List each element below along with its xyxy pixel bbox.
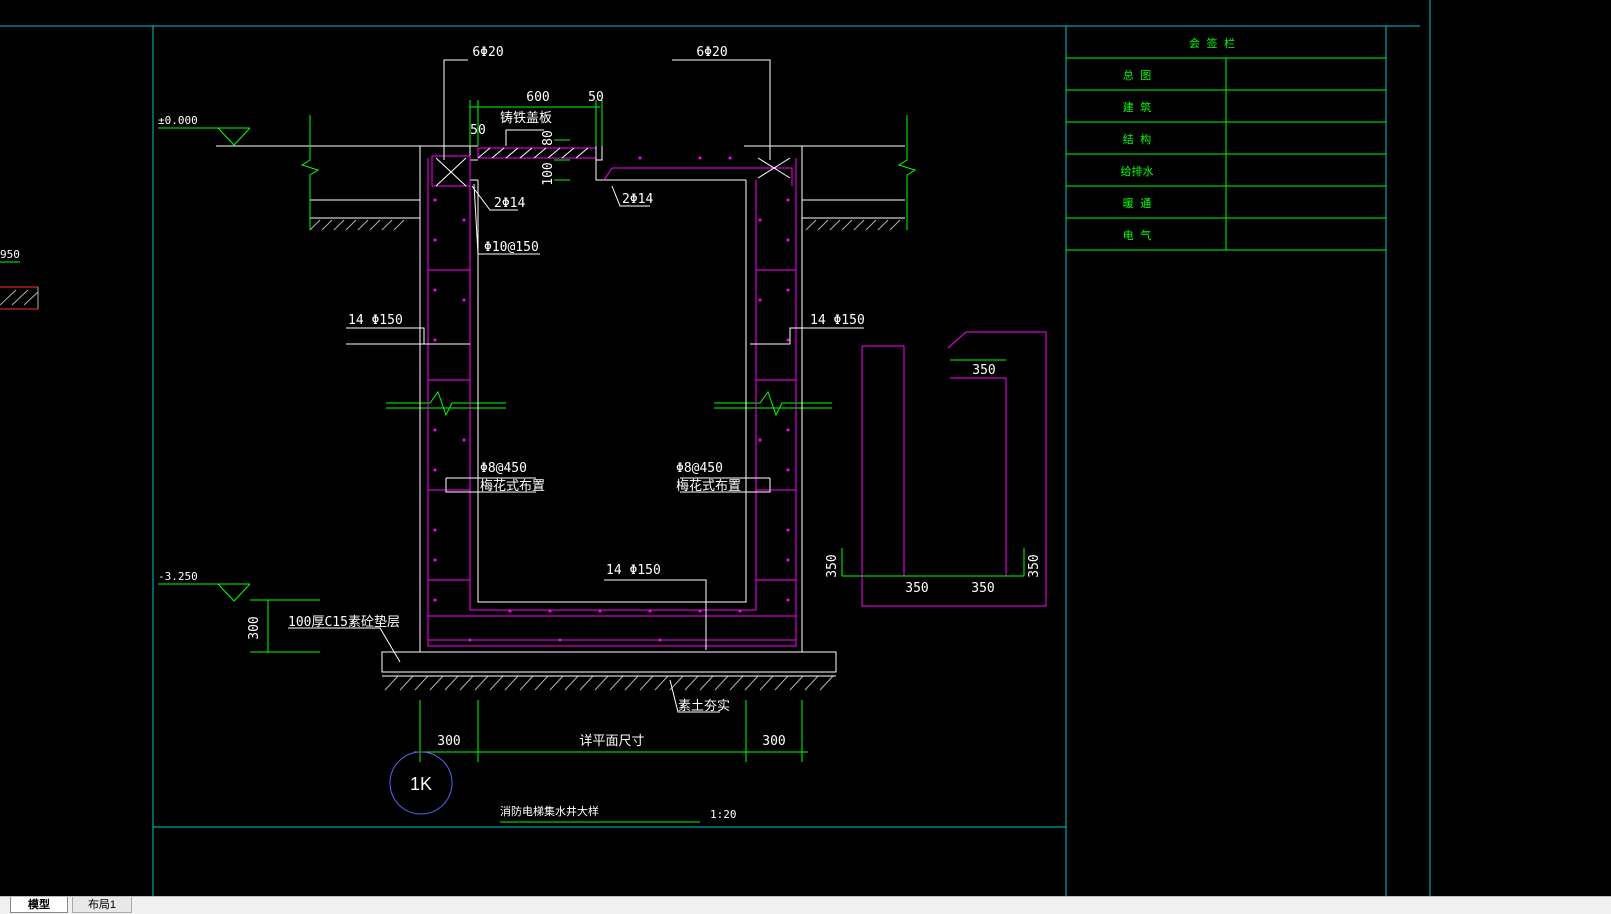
label-dim-100: 100 [541,162,556,185]
left-partial-detail: 950 [0,248,39,310]
label-rebar-bottom: 14 Φ150 [606,563,661,578]
signature-table [1066,57,1386,251]
label-elev-bottom: -3.250 [158,570,198,583]
label-dim-600: 600 [526,90,549,105]
bottom-dimension [414,700,808,762]
bar-shape-left-dim: 350 [825,554,840,577]
label-14phi150-left: 14 Φ150 [348,313,403,328]
label-rebar-2phi14-right: 2Φ14 [622,192,653,207]
label-tie-left-1: Φ8@450 [480,461,527,476]
label-top-rebar-left: 6Φ20 [472,45,503,60]
bar-shape-right-dim: 350 [1027,554,1042,577]
bar-shape-detail [861,331,1047,607]
cad-model-space[interactable]: 会 签 栏 总 图 建 筑 结 构 给排水 暖 通 电 气 950 6Φ20 6… [0,0,1611,896]
label-dim-300-left: 300 [437,734,460,749]
label-plan-size: 详平面尺寸 [579,734,644,749]
layout-tab-bar: 模型 布局1 [0,896,1611,914]
bar-shape-bottom-dim-1: 350 [905,581,928,596]
bar-shape-bottom-dim-2: 350 [971,581,994,596]
label-tie-left-2: 梅花式布置 [480,478,545,494]
drawing-frame [0,0,1431,896]
label-elev-top: ±0.000 [158,114,198,127]
bar-shape-top-dim: 350 [972,363,995,378]
signature-row-struct: 结 构 [1123,132,1152,146]
signature-table-header: 会 签 栏 [1189,36,1235,50]
label-soil: 素土夯实 [678,699,730,714]
label-dim-300-right: 300 [762,734,785,749]
label-top-rebar-right: 6Φ20 [696,45,727,60]
signature-row-elec: 电 气 [1123,228,1152,242]
label-dim-50-left: 50 [470,123,486,138]
corner-x-marks [435,157,791,187]
signature-row-hvac: 暖 通 [1123,197,1152,210]
tab-model[interactable]: 模型 [10,897,68,913]
tab-layout1[interactable]: 布局1 [72,897,132,913]
label-cover: 铸铁盖板 [500,110,552,126]
pit-inner-chamber [469,160,747,603]
signature-row-plumbing: 给排水 [1121,164,1154,178]
label-rebar-2phi14-left: 2Φ14 [494,196,525,211]
label-14phi150-right: 14 Φ150 [810,313,865,328]
signature-row-general: 总 图 [1123,68,1152,82]
label-cushion: 100厚C15素砼垫层 [288,614,400,630]
label-rebar-phi10: Φ10@150 [484,240,539,255]
detail-marker-label: 1K [410,774,432,794]
cad-drawing[interactable]: 会 签 栏 总 图 建 筑 结 构 给排水 暖 通 电 气 950 6Φ20 6… [0,0,1611,896]
drawing-title: 消防电梯集水井大样 [500,804,599,818]
elevation-marker-top [158,127,251,146]
drawing-scale: 1:20 [710,808,737,821]
cover-plate [469,146,603,161]
label-dim-80: 80 [541,130,556,146]
signature-row-arch: 建 筑 [1123,100,1152,114]
label-tie-right-2: 梅花式布置 [676,478,741,494]
label-dim-300-vertical: 300 [247,616,262,639]
bar-shape-dims [841,359,1025,577]
svg-text:950: 950 [0,248,20,261]
break-lines [300,115,917,417]
label-tie-right-1: Φ8@450 [676,461,723,476]
pit-concrete-outline [381,145,837,677]
label-dim-50-top: 50 [588,90,604,105]
